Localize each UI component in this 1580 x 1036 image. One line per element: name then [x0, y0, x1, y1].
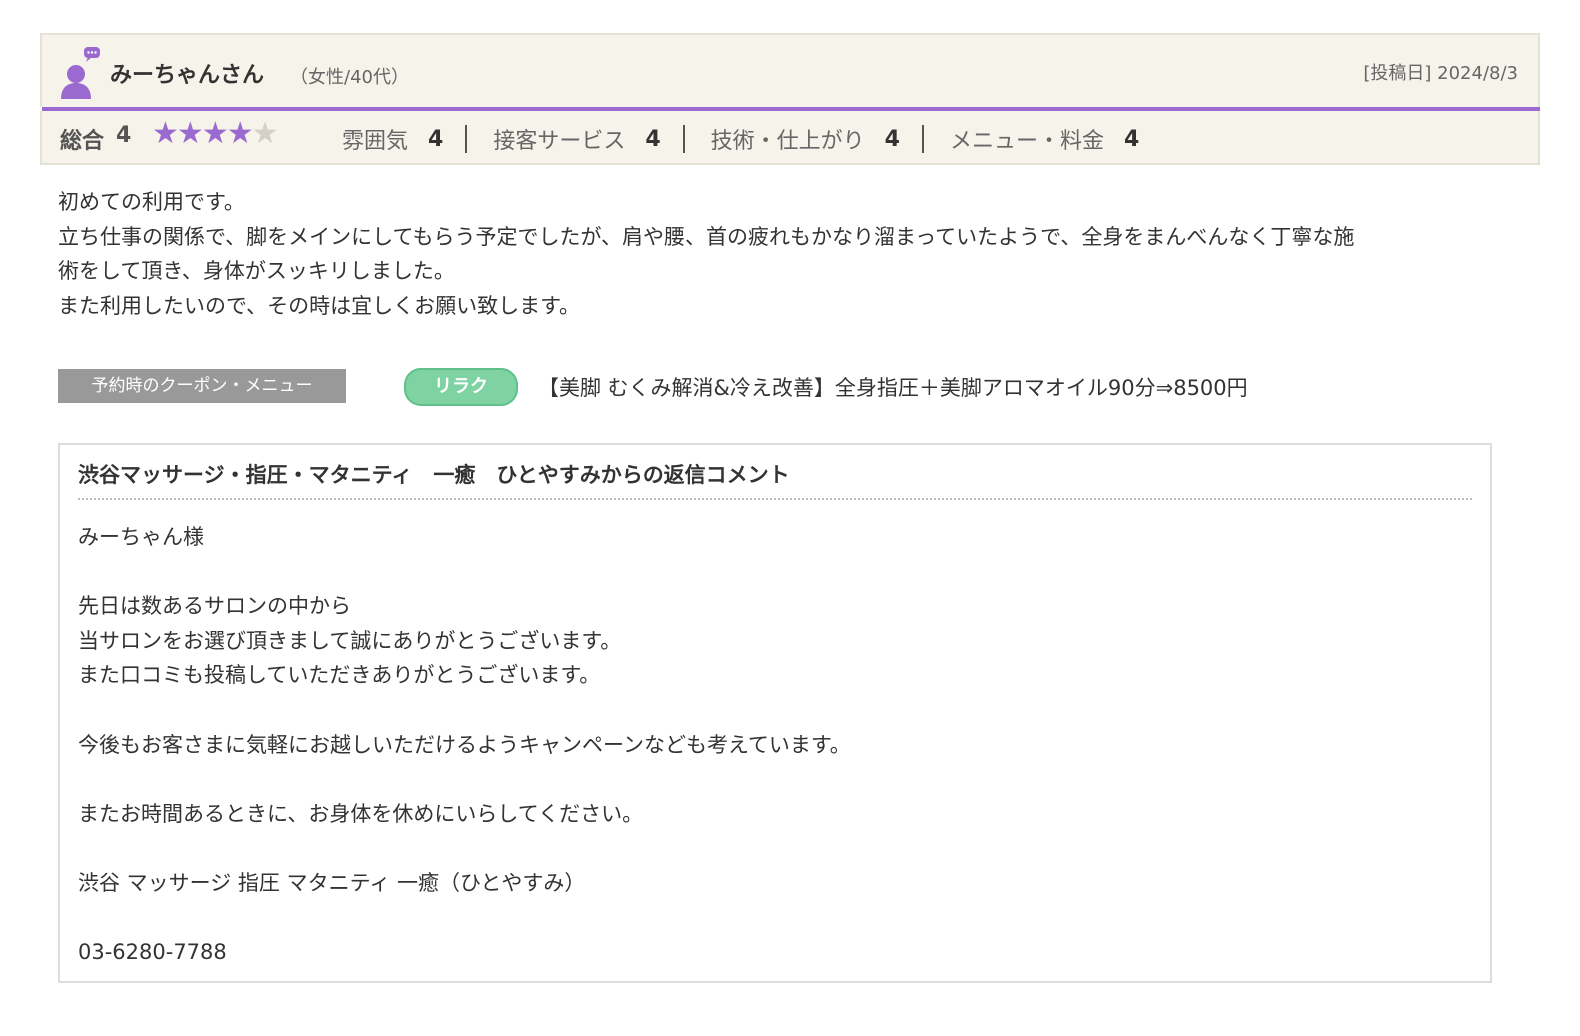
star-rating: ★★★★★ — [152, 116, 279, 151]
overall-label: 総合 — [60, 129, 105, 154]
sub-rating-value: 4 — [428, 126, 444, 152]
coupon-label: 予約時のクーポン・メニュー — [58, 369, 346, 403]
reply-divider — [78, 498, 1472, 500]
sub-rating: 接客サービス 4 — [493, 123, 660, 155]
reviewer-name[interactable]: みーちゃんさん — [110, 57, 264, 89]
reply-line: またお時間あるときに、お身体を休めにいらしてください。 — [78, 801, 644, 826]
sub-rating-label: メニュー・料金 — [949, 129, 1104, 154]
coupon-category-badge: リラク — [404, 368, 518, 406]
sub-rating: メニュー・料金 4 — [950, 123, 1139, 155]
star-icon: ★ — [251, 116, 279, 151]
reply-line: みーちゃん様 — [78, 525, 204, 549]
star-icon: ★ — [176, 116, 204, 151]
sub-ratings: 雰囲気 4 接客サービス 4 技術・仕上がり 4 メニュー・料金 4 — [342, 123, 1139, 155]
reply-line — [78, 901, 1468, 936]
star-icon: ★ — [152, 116, 179, 151]
sub-rating-label: 技術・仕上がり — [710, 129, 865, 154]
reply-line: 03-6280-7788 — [78, 940, 227, 965]
star-icon: ★ — [201, 116, 229, 151]
sub-rating-value: 4 — [645, 126, 661, 152]
reply-line — [78, 693, 1468, 728]
sub-rating-label: 雰囲気 — [342, 129, 409, 154]
sub-rating-value: 4 — [884, 126, 900, 152]
reply-line: 当サロンをお選び頂きまして誠にありがとうございます。 — [78, 628, 622, 653]
sub-rating: 技術・仕上がり 4 — [711, 123, 900, 155]
review-line: 初めての利用です。 — [58, 190, 245, 214]
reply-line — [78, 762, 1468, 797]
review-header: みーちゃんさん （女性/40代） [投稿日] 2024/8/3 — [40, 33, 1540, 107]
reviewer-meta: （女性/40代） — [290, 67, 409, 88]
user-chat-icon — [60, 47, 100, 99]
overall-value: 4 — [116, 123, 132, 148]
rating-divider — [682, 125, 685, 153]
reply-line — [78, 555, 1468, 590]
review-text: 初めての利用です。立ち仕事の関係で、脚をメインにしてもらう予定でしたが、肩や腰、… — [58, 185, 1508, 323]
salon-reply: 渋谷マッサージ・指圧・マタニティ 一癒 ひとやすみからの返信コメント みーちゃん… — [58, 443, 1492, 983]
reply-line: 渋谷 マッサージ 指圧 マタニティ 一癒（ひとやすみ） — [78, 870, 586, 895]
reply-text: みーちゃん様先日は数あるサロンの中から当サロンをお選び頂きまして誠にありがとうご… — [78, 520, 1468, 970]
reply-line: 先日は数あるサロンの中から — [78, 594, 351, 619]
review-line: また利用したいので、その時は宜しくお願い致します。 — [58, 293, 581, 318]
coupon-row: 予約時のクーポン・メニュー リラク 【美脚 むくみ解消&冷え改善】全身指圧＋美脚… — [58, 368, 1508, 406]
sub-rating-value: 4 — [1124, 126, 1140, 152]
reply-line — [78, 831, 1468, 866]
star-icon: ★ — [226, 116, 254, 151]
reply-line: また口コミも投稿していただきありがとうございます。 — [78, 663, 601, 688]
rating-row: 総合 4 ★★★★★ 雰囲気 4 接客サービス 4 技術・仕上がり 4 メニュー・料金 4 — [40, 111, 1540, 165]
review-line: 術をして頂き、身体がスッキリしました。 — [58, 259, 455, 283]
coupon-menu-link[interactable]: 【美脚 むくみ解消&冷え改善】全身指圧＋美脚アロマオイル90分⇒8500円 — [538, 372, 1248, 402]
post-date: [投稿日] 2024/8/3 — [1363, 63, 1518, 84]
rating-divider — [921, 125, 924, 153]
reply-line: 今後もお客さまに気軽にお越しいただけるようキャンペーンなども考えています。 — [78, 732, 851, 757]
review-card: みーちゃんさん （女性/40代） [投稿日] 2024/8/3 総合 4 ★★★… — [40, 33, 1540, 165]
review-line: 立ち仕事の関係で、脚をメインにしてもらう予定でしたが、肩や腰、首の疲れもかなり溜… — [58, 224, 1355, 249]
sub-rating-label: 接客サービス — [493, 129, 626, 154]
rating-divider — [465, 125, 468, 153]
reply-title: 渋谷マッサージ・指圧・マタニティ 一癒 ひとやすみからの返信コメント — [78, 463, 790, 487]
sub-rating: 雰囲気 4 — [342, 123, 443, 155]
